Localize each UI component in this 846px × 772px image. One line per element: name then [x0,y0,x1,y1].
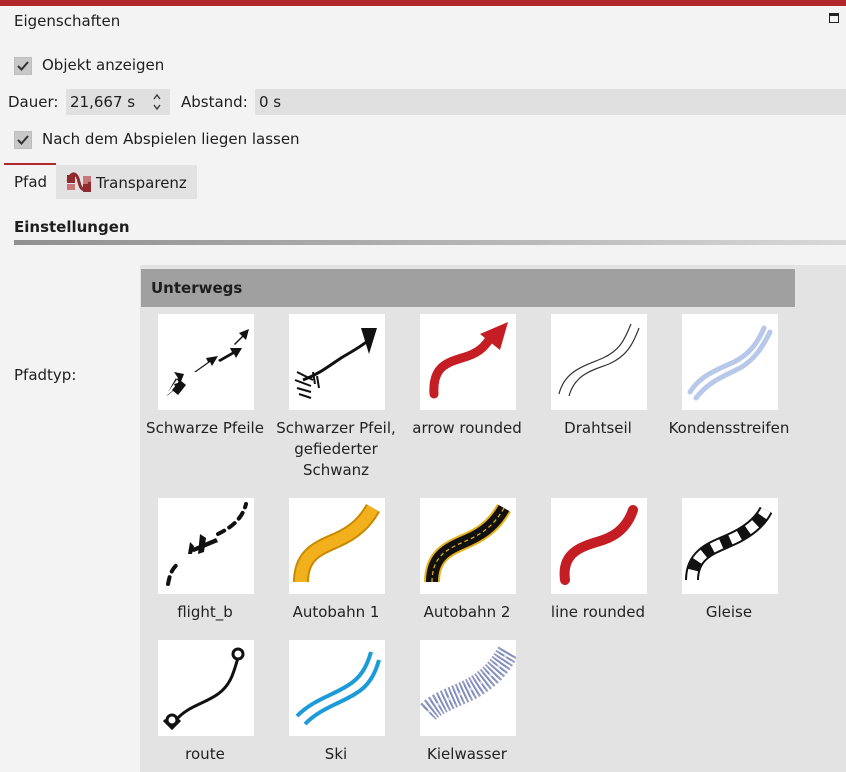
path-item-label: Schwarze Pfeile [146,419,264,437]
accent-bar [0,0,846,6]
wake-path-icon [420,646,516,721]
abstand-input[interactable]: 0 s [255,89,846,115]
abstand-value: 0 s [259,93,282,111]
path-thumbnail [289,498,385,594]
path-thumbnail [158,314,254,410]
tab-transparenz-label: Transparenz [96,174,187,192]
keep-after-play-label: Nach dem Abspielen liegen lassen [42,130,300,148]
path-thumbnail [420,498,516,594]
highway-black-path-icon [424,503,511,583]
transparency-wave-icon [66,172,92,192]
tab-pfad-label: Pfad [14,173,48,191]
settings-heading: Einstellungen [14,218,130,236]
path-thumbnail [158,498,254,594]
red-line-rounded-path-icon [559,505,638,585]
show-object-checkbox[interactable] [14,57,32,75]
rails-path-icon [685,506,773,581]
red-arrow-rounded-path-icon [429,322,508,399]
checkmark-icon [17,135,29,145]
path-thumbnail [682,498,778,594]
path-thumbnail [551,498,647,594]
path-thumbnail [420,640,516,736]
black-arrows-path-icon [166,329,249,396]
contrail-path-icon [687,325,773,401]
path-item-label: Kondensstreifen [668,419,790,437]
path-item-label: Ski [324,745,348,763]
pfadtyp-label: Pfadtyp: [14,366,77,384]
path-thumbnail [420,314,516,410]
wire-rope-path-icon [558,323,640,397]
show-object-label: Objekt anzeigen [42,56,165,74]
gallery-group-header: Unterwegs [141,269,795,307]
path-item-label: Kielwasser [427,745,507,763]
path-item-label: arrow rounded [412,419,522,437]
path-type-gallery: Unterwegs Schwarze Pfeile Schwarzer Pfei… [140,265,846,772]
spinner-arrows-icon[interactable] [152,92,162,112]
tab-transparenz[interactable]: Transparenz [56,165,197,199]
path-item-label: Drahtseil [564,419,632,437]
flight-path-icon [166,502,248,586]
tab-pfad[interactable]: Pfad [4,163,56,201]
feathered-arrow-path-icon [294,328,377,399]
route-pin-path-icon [162,647,245,731]
panel-title: Eigenschaften [14,12,121,30]
minimize-icon[interactable] [829,13,839,23]
dauer-label: Dauer: [8,93,59,111]
path-thumbnail [158,640,254,736]
path-item-label: line rounded [550,603,646,621]
path-thumbnail [682,314,778,410]
path-thumbnail [289,640,385,736]
checkmark-icon [17,61,29,71]
path-item-label: Gleise [705,603,753,621]
dauer-value: 21,667 s [70,93,136,111]
gallery-group-title: Unterwegs [151,279,243,297]
path-thumbnail [551,314,647,410]
dauer-input[interactable]: 21,667 s [66,89,170,115]
ski-tracks-path-icon [295,651,381,726]
path-item-label: route [185,745,225,763]
keep-after-play-checkbox[interactable] [14,131,32,149]
path-item-label: Autobahn 1 [292,603,380,621]
path-item-label: Autobahn 2 [423,603,511,621]
highway-yellow-path-icon [293,503,380,583]
abstand-label: Abstand: [181,93,248,111]
section-divider [14,240,846,245]
path-thumbnail [289,314,385,410]
path-item-label: Schwarzer Pfeil, gefiederter Schwanz [276,419,396,479]
path-item-label: flight_b [177,603,233,621]
